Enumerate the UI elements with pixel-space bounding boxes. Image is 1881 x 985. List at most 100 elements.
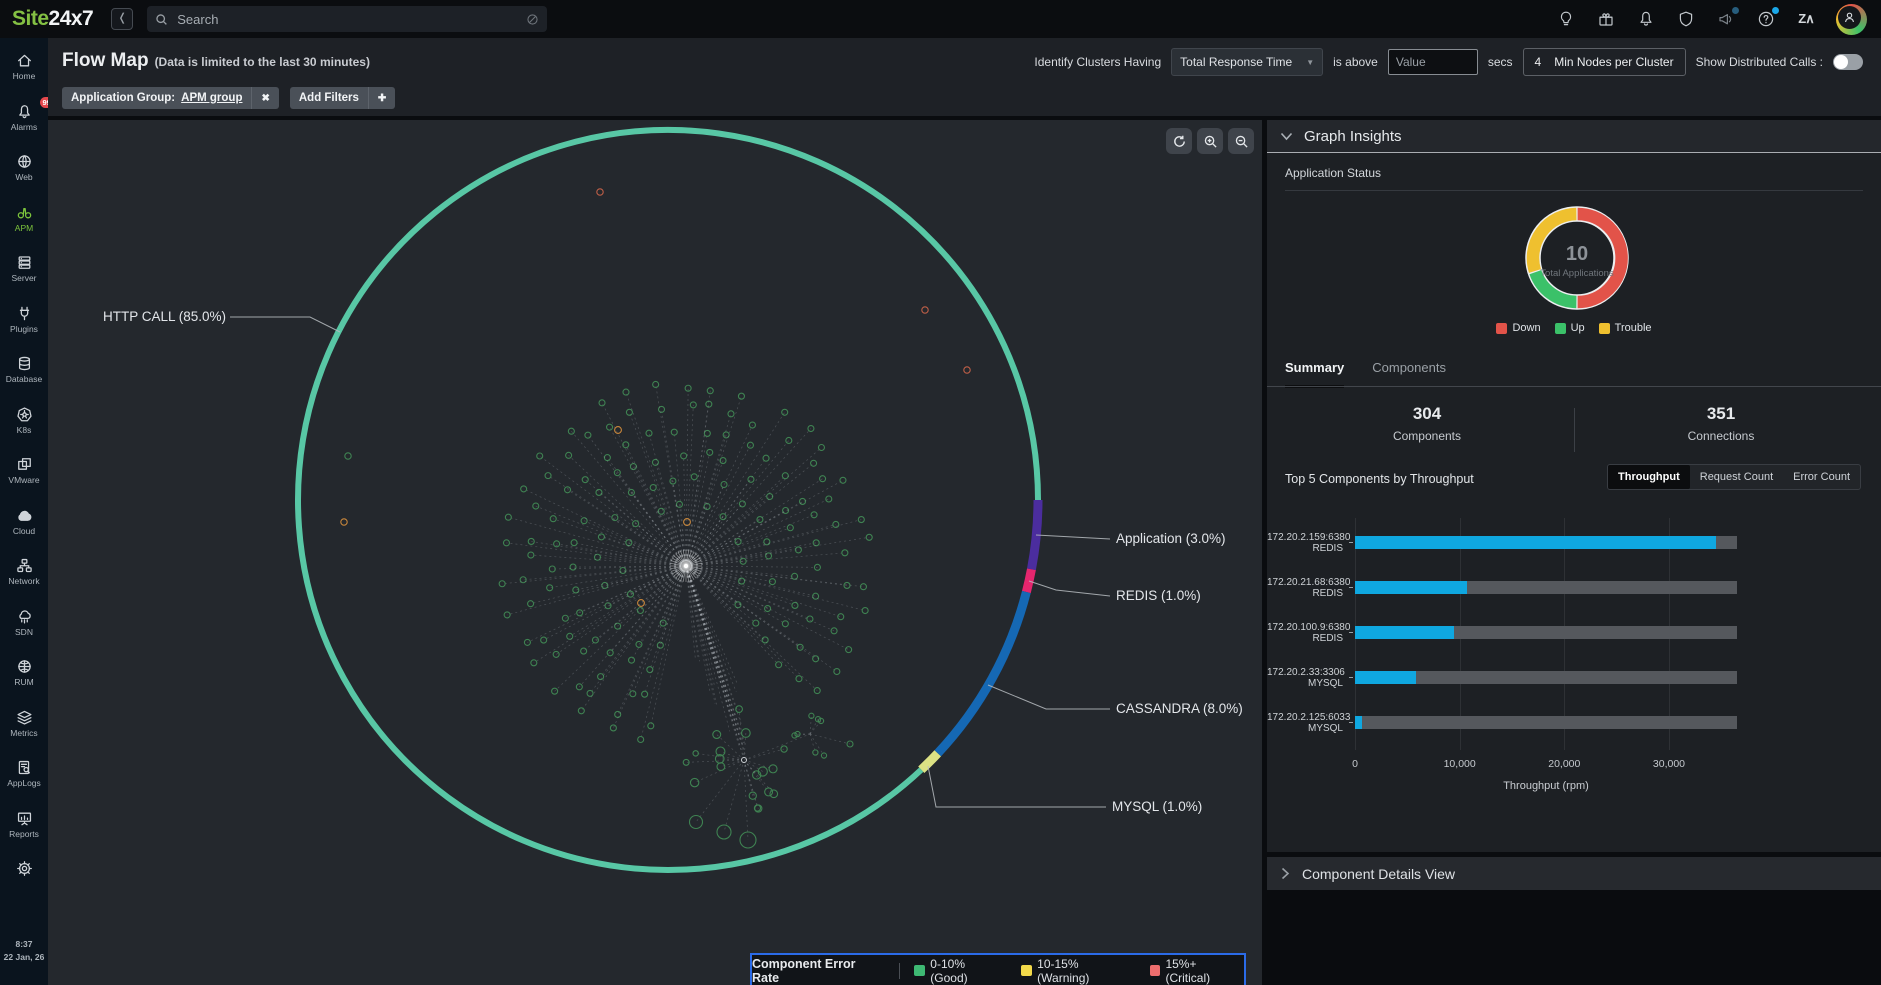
application-status-donut: 10Total Applications xyxy=(1467,196,1687,320)
sidebar-item-sdn[interactable]: SDN xyxy=(0,608,48,637)
flow-map-canvas[interactable]: HTTP CALL (85.0%) Application (3.0%) REDIS… xyxy=(48,120,1262,985)
metric-dropdown[interactable]: Total Response Time▼ xyxy=(1171,48,1323,76)
legend-label: Up xyxy=(1571,322,1585,334)
avatar[interactable] xyxy=(1836,4,1867,35)
sidebar-item-database[interactable]: Database xyxy=(0,355,48,384)
svg-text:Total Applications: Total Applications xyxy=(1540,268,1614,279)
sidebar-item-label: K8s xyxy=(17,425,32,435)
map-controls xyxy=(1166,128,1254,154)
zoom-out-button[interactable] xyxy=(1228,128,1254,154)
legend-label: 0-10% (Good) xyxy=(930,957,1005,985)
bar-row-label: 172.20.2.159:6380REDIS xyxy=(1267,532,1343,554)
zia-icon[interactable]: Z∧ xyxy=(1796,9,1816,29)
error-legend-item: 10-15% (Warning) xyxy=(1021,957,1133,985)
refresh-button[interactable] xyxy=(1166,128,1192,154)
distributed-calls-toggle[interactable] xyxy=(1833,54,1863,70)
account-icon[interactable] xyxy=(1836,4,1867,35)
bar-row: 172.20.2.125:6033MYSQL xyxy=(1267,716,1881,729)
flow-map-panel: HTTP CALL (85.0%) Application (3.0%) REDIS… xyxy=(48,120,1262,985)
sidebar-item-cloud[interactable]: Cloud xyxy=(0,507,48,536)
tab-summary[interactable]: Summary xyxy=(1285,360,1344,388)
bar-track xyxy=(1355,671,1737,684)
error-legend-item: 15%+ (Critical) xyxy=(1150,957,1244,985)
min-nodes-label: Min Nodes per Cluster xyxy=(1554,55,1673,69)
settings-icon xyxy=(16,860,33,877)
sidebar-item-rum[interactable]: RUM xyxy=(0,658,48,687)
component-ring xyxy=(298,130,1038,870)
add-filter-button[interactable]: ✚ xyxy=(368,87,395,109)
sidebar-collapse-button[interactable]: ❬ xyxy=(111,8,133,30)
site24x7-logo[interactable]: Site24x7 xyxy=(12,7,93,31)
ring-segment-label[interactable]: REDIS (1.0%) xyxy=(1116,588,1201,603)
toggle-knob xyxy=(1834,55,1848,69)
component-details-view-bar[interactable]: Component Details View xyxy=(1267,857,1881,890)
x-tick-label: 10,000 xyxy=(1444,758,1476,770)
search-input[interactable] xyxy=(175,11,526,28)
sidebar-item-server[interactable]: Server xyxy=(0,254,48,283)
legend-divider xyxy=(899,963,900,979)
announcements-icon[interactable] xyxy=(1716,9,1736,29)
chip-remove-button[interactable]: ✖ xyxy=(251,87,278,109)
idea-icon[interactable] xyxy=(1556,9,1576,29)
gift-icon[interactable] xyxy=(1596,9,1616,29)
ring-segment-label[interactable]: Application (3.0%) xyxy=(1116,531,1226,546)
sidebar-item-plugins[interactable]: Plugins xyxy=(0,305,48,334)
min-nodes-value[interactable]: 4 xyxy=(1535,55,1542,69)
secs-label: secs xyxy=(1488,55,1513,69)
error-legend-items: 0-10% (Good) 10-15% (Warning) 15%+ (Critic… xyxy=(914,957,1244,985)
sidebar-item-metrics[interactable]: Metrics xyxy=(0,709,48,738)
sidebar-item-apm[interactable]: APM xyxy=(0,204,48,233)
sidebar-item-web[interactable]: Web xyxy=(0,153,48,182)
sidebar-item-reports[interactable]: Reports xyxy=(0,810,48,839)
bar-row: 172.20.100.9:6380REDIS xyxy=(1267,626,1881,639)
logo-prefix: Site xyxy=(12,7,49,30)
apm-icon xyxy=(16,204,33,221)
legend-swatch xyxy=(1496,323,1507,334)
min-nodes-group[interactable]: 4 Min Nodes per Cluster xyxy=(1523,48,1686,76)
help-icon[interactable] xyxy=(1756,9,1776,29)
bar-track xyxy=(1355,581,1737,594)
zoom-in-button[interactable] xyxy=(1197,128,1223,154)
metric-tab-error-count[interactable]: Error Count xyxy=(1783,465,1860,489)
search-box[interactable] xyxy=(147,6,547,32)
sidebar-item-k8s[interactable]: K8s xyxy=(0,406,48,435)
sidebar-item-alarms[interactable]: 99+Alarms xyxy=(0,103,48,132)
axis-tick xyxy=(1349,587,1353,588)
flow-map-title: Flow Map xyxy=(62,50,149,71)
ring-segment-label[interactable]: CASSANDRA (8.0%) xyxy=(1116,701,1243,716)
chevron-right-icon xyxy=(1281,867,1290,880)
security-icon[interactable] xyxy=(1676,9,1696,29)
sidebar-item-home[interactable]: Home xyxy=(0,52,48,81)
bar-track xyxy=(1355,626,1737,639)
ring-segment-label[interactable]: HTTP CALL (85.0%) xyxy=(103,309,226,324)
legend-label: 10-15% (Warning) xyxy=(1037,957,1133,985)
sidebar-item-label: Cloud xyxy=(13,526,35,536)
sidebar-item-settings[interactable] xyxy=(0,860,48,877)
component-type: MYSQL xyxy=(1267,723,1343,734)
sidebar-item-vmware[interactable]: VMware xyxy=(0,456,48,485)
sidebar-item-network[interactable]: Network xyxy=(0,557,48,586)
chip-value[interactable]: APM group xyxy=(181,92,242,104)
chevron-down-icon xyxy=(1280,132,1293,141)
cloud-icon xyxy=(16,507,33,524)
metric-tab-throughput[interactable]: Throughput xyxy=(1608,465,1690,489)
notifications-icon[interactable] xyxy=(1636,9,1656,29)
graph-insights-panel: Graph Insights Application Status 10Tota… xyxy=(1267,120,1881,852)
threshold-value-input[interactable] xyxy=(1388,49,1478,75)
sidebar-item-applogs[interactable]: AppLogs xyxy=(0,759,48,788)
top-bar: Site24x7 ❬ Z∧ xyxy=(0,0,1881,38)
filter-chip-application-group[interactable]: Application Group:APM group ✖ xyxy=(62,87,279,109)
legend-label: 15%+ (Critical) xyxy=(1165,957,1244,985)
add-filters-chip[interactable]: Add Filters ✚ xyxy=(290,87,395,109)
help-dot xyxy=(1772,7,1779,14)
components-stat: 304 Components xyxy=(1287,404,1567,443)
graph-insights-header[interactable]: Graph Insights xyxy=(1267,120,1881,153)
chip-label[interactable]: Application Group:APM group xyxy=(62,87,251,109)
ring-segment-label[interactable]: MYSQL (1.0%) xyxy=(1112,799,1202,814)
tab-components[interactable]: Components xyxy=(1372,360,1446,388)
sidebar-item-label: Alarms xyxy=(11,122,37,132)
metric-tab-request-count[interactable]: Request Count xyxy=(1690,465,1783,489)
search-clear-icon[interactable] xyxy=(526,13,539,26)
k8s-icon xyxy=(16,406,33,423)
logo-suffix: 24x7 xyxy=(49,7,94,30)
